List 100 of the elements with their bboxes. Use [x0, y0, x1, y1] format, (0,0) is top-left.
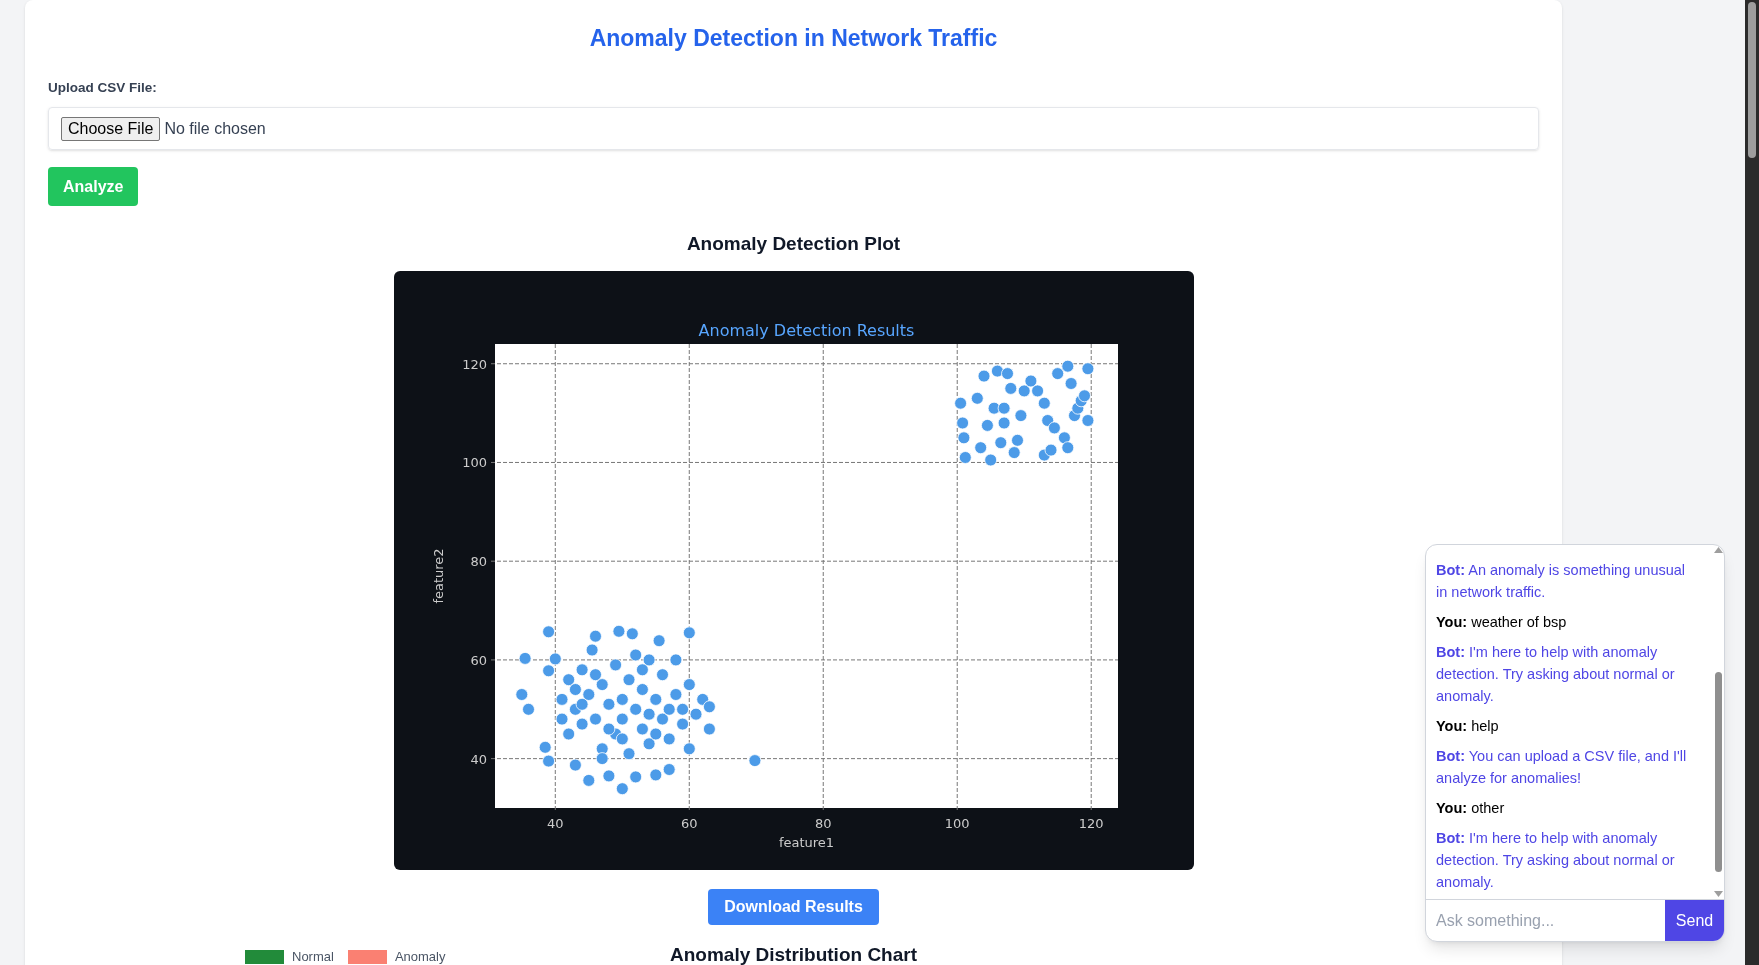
- scatter-point: [581, 774, 595, 787]
- scatter-point: [662, 732, 676, 746]
- scatter-point: [1017, 384, 1031, 398]
- tick-label: 40: [546, 816, 564, 831]
- send-button[interactable]: Send: [1665, 900, 1724, 941]
- scatter-point: [1057, 431, 1071, 445]
- scatter-point: [1050, 367, 1064, 380]
- scatter-point: [980, 419, 994, 432]
- section-heading: Anomaly Detection Plot: [685, 232, 902, 256]
- scatter-point: [615, 782, 629, 796]
- scatter-point: [748, 754, 761, 767]
- chat-message: Bot: I'm here to help with anomaly detection. Try asking about normal or anomaly.: [1436, 829, 1676, 892]
- scatter-point: [648, 727, 662, 741]
- tick-label: 60: [469, 652, 487, 668]
- scatter-point: [1081, 414, 1094, 427]
- scatter-point: [612, 624, 625, 638]
- chat-scrollbar[interactable]: [1712, 545, 1724, 899]
- scatter-point: [602, 769, 615, 783]
- scatter-point: [615, 712, 629, 726]
- tick-label: 120: [461, 356, 487, 372]
- scatter-point: [615, 732, 629, 746]
- scatter-point: [662, 702, 676, 716]
- scatter-point: [628, 702, 642, 716]
- scatter-point: [1044, 443, 1057, 457]
- scatter-point: [689, 707, 702, 721]
- scroll-down-icon[interactable]: [1713, 891, 1723, 897]
- scatter-point: [990, 364, 1004, 378]
- scatter-point: [695, 693, 709, 706]
- scatter-point: [625, 627, 639, 641]
- scatter-point: [957, 431, 970, 445]
- scatter-point: [652, 634, 665, 648]
- scatter-point: [555, 693, 568, 706]
- file-status: No file chosen: [164, 118, 266, 139]
- scatter-point: [655, 668, 669, 682]
- axis-label: feature2: [430, 548, 446, 604]
- scatter-point: [669, 653, 682, 667]
- scatter-point: [588, 712, 602, 726]
- scatter-point: [1024, 374, 1037, 388]
- upload-label: Upload CSV File:: [48, 79, 158, 97]
- scatter-point: [987, 401, 1000, 415]
- scatter-point: [1010, 433, 1024, 447]
- scatter-point: [642, 653, 655, 667]
- scatter-point: [1081, 362, 1094, 376]
- tick-label: 60: [680, 816, 698, 831]
- scatter-point: [958, 451, 972, 464]
- scatter-point: [1007, 446, 1021, 459]
- legend-label: Normal: [292, 947, 334, 965]
- axis-label: feature1: [778, 835, 834, 850]
- scroll-up-icon[interactable]: [1713, 547, 1723, 553]
- scatter-point: [561, 673, 575, 687]
- scatter-point: [642, 737, 655, 751]
- tick-label: 80: [814, 816, 831, 831]
- scatter-point: [642, 707, 655, 721]
- scrollbar-thumb[interactable]: [1748, 2, 1756, 158]
- scatter-point: [541, 625, 555, 639]
- scatter-point: [602, 722, 615, 736]
- scatter-point: [541, 664, 555, 678]
- scatter-point: [595, 752, 609, 765]
- scatter-point: [561, 727, 575, 741]
- scatter-point: [588, 668, 602, 682]
- scatter-point: [953, 396, 967, 410]
- chart-title: Anomaly Detection Results: [698, 321, 914, 340]
- scatter-point: [1030, 384, 1044, 398]
- scatter-point: [1077, 389, 1091, 403]
- tick-label: 120: [1078, 816, 1104, 831]
- choose-file-button[interactable]: Choose File: [61, 116, 161, 141]
- chat-message: Bot: I'm here to help with anomaly detection. Try asking about normal or anomaly.: [1436, 643, 1676, 706]
- chat-message: You: help: [1436, 717, 1500, 736]
- section-heading: Anomaly Distribution Chart: [670, 943, 917, 965]
- scatter-point: [1037, 396, 1051, 410]
- scatter-point: [682, 678, 696, 691]
- scatter-point: [682, 742, 696, 756]
- scatter-point: [575, 717, 588, 731]
- scatter-point: [955, 416, 969, 430]
- scatter-point: [541, 754, 555, 768]
- scatter-point: [662, 763, 676, 776]
- scatter-point: [622, 747, 635, 761]
- scatter-point: [602, 697, 615, 711]
- scatter-point: [581, 688, 595, 701]
- tick-label: 80: [469, 554, 487, 570]
- scrollbar-thumb[interactable]: [1714, 672, 1722, 872]
- scatter-point: [1060, 441, 1074, 455]
- chat-input[interactable]: Ask something...: [1426, 900, 1665, 941]
- scatter-point: [970, 391, 984, 405]
- scatter-point: [521, 702, 535, 716]
- page-scrollbar[interactable]: [1745, 0, 1759, 965]
- scatter-point: [628, 770, 642, 784]
- scatter-point: [615, 693, 629, 706]
- scatter-point: [538, 740, 552, 754]
- scatter-point: [1064, 377, 1077, 390]
- scatter-point: [628, 648, 642, 662]
- scatter-point: [568, 683, 582, 696]
- scatter-point: [973, 441, 987, 455]
- file-input[interactable]: Choose File No file chosen: [48, 107, 1539, 150]
- download-button[interactable]: Download Results: [708, 889, 879, 925]
- scatter-point: [595, 678, 609, 691]
- legend-label: Anomaly: [394, 947, 446, 965]
- tick-label: 100: [944, 816, 970, 831]
- scatter-point: [977, 369, 990, 383]
- scatter-point: [648, 693, 662, 706]
